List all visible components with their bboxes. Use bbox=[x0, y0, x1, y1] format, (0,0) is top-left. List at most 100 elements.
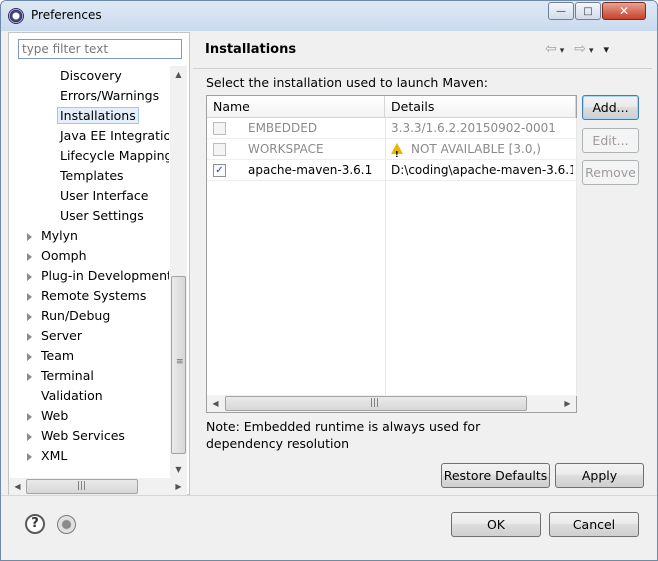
table-row[interactable]: WORKSPACE NOT AVAILABLE [3.0,) bbox=[207, 139, 576, 160]
eclipse-icon bbox=[8, 8, 24, 24]
tree-item[interactable]: Templates bbox=[60, 166, 124, 186]
installation-checkbox[interactable] bbox=[213, 143, 226, 156]
column-header-name[interactable]: Name bbox=[207, 96, 385, 118]
cancel-button[interactable]: Cancel bbox=[549, 512, 639, 537]
tree-hscroll-thumb[interactable]: ||| bbox=[26, 479, 138, 494]
tree-item-label: Terminal bbox=[41, 368, 94, 383]
tree-item[interactable]: Terminal bbox=[27, 366, 94, 386]
window-title: Preferences bbox=[31, 8, 102, 22]
apply-button[interactable]: Apply bbox=[555, 463, 644, 488]
help-icon[interactable]: ? bbox=[25, 514, 45, 534]
expand-arrow-icon[interactable] bbox=[27, 353, 32, 361]
tree-item[interactable]: Plug-in Development bbox=[27, 266, 169, 286]
table-row[interactable]: EMBEDDED 3.3.3/1.6.2.20150902-0001 bbox=[207, 118, 576, 139]
minimize-icon: — bbox=[556, 5, 566, 17]
preferences-window: Preferences — □ ✕ Discovery Errors/Warnin… bbox=[0, 0, 658, 561]
expand-arrow-icon[interactable] bbox=[27, 313, 32, 321]
preference-page: Installations ⇦ ▾ ⇨ ▾ ▾ Select the installat… bbox=[193, 32, 652, 495]
tree-item[interactable]: Web Services bbox=[27, 426, 125, 446]
tree-item-label: Run/Debug bbox=[41, 308, 111, 323]
scroll-up-arrow-icon[interactable]: ▲ bbox=[170, 66, 187, 83]
warning-icon bbox=[391, 143, 403, 160]
expand-arrow-icon[interactable] bbox=[27, 233, 32, 241]
tree-item-label: Team bbox=[41, 348, 75, 363]
expand-arrow-icon[interactable] bbox=[27, 253, 32, 261]
add-button[interactable]: Add... bbox=[582, 95, 639, 120]
tree-item[interactable]: Server bbox=[27, 326, 82, 346]
page-title: Installations bbox=[205, 42, 297, 57]
tree-item[interactable]: Errors/Warnings bbox=[60, 86, 159, 106]
tree-item[interactable]: User Settings bbox=[60, 206, 144, 226]
installation-name: apache-maven-3.6.1 bbox=[248, 163, 373, 177]
tree-item[interactable]: XML bbox=[27, 446, 67, 466]
table-horizontal-scrollbar[interactable]: ◀ ||| ▶ bbox=[207, 395, 576, 412]
tree-item[interactable]: Oomph bbox=[27, 246, 87, 266]
remove-button[interactable]: Remove bbox=[582, 160, 639, 185]
tree-vertical-scrollbar[interactable]: ▲ ≡ ▼ bbox=[170, 66, 187, 478]
tree-item-label: Templates bbox=[60, 168, 124, 183]
back-dropdown-icon[interactable]: ▾ bbox=[560, 46, 565, 56]
ok-button[interactable]: OK bbox=[451, 512, 541, 537]
filter-input[interactable] bbox=[18, 39, 182, 59]
forward-arrow-icon[interactable]: ⇨ bbox=[574, 41, 586, 57]
tree-horizontal-scrollbar[interactable]: ◀ ||| ▶ bbox=[9, 478, 187, 495]
tree-item[interactable]: User Interface bbox=[60, 186, 148, 206]
installation-name: WORKSPACE bbox=[248, 142, 324, 156]
tree-item[interactable]: Java EE Integration bbox=[60, 126, 169, 146]
tree-item[interactable]: Run/Debug bbox=[27, 306, 111, 326]
table-row[interactable]: ✓ apache-maven-3.6.1 D:\coding\apache-mave… bbox=[207, 160, 576, 181]
title-bar[interactable]: Preferences — □ ✕ bbox=[1, 1, 657, 31]
scroll-left-arrow-icon[interactable]: ◀ bbox=[9, 478, 26, 495]
footer-divider bbox=[1, 495, 657, 496]
tree-item-label: User Settings bbox=[60, 208, 144, 223]
preference-tree: Discovery Errors/Warnings Installations Jav… bbox=[9, 66, 169, 478]
maximize-button[interactable]: □ bbox=[575, 2, 601, 20]
scroll-right-arrow-icon[interactable]: ▶ bbox=[559, 395, 576, 412]
expand-arrow-icon[interactable] bbox=[27, 333, 32, 341]
expand-arrow-icon[interactable] bbox=[27, 433, 32, 441]
view-menu-icon[interactable]: ▾ bbox=[604, 43, 610, 56]
forward-dropdown-icon[interactable]: ▾ bbox=[589, 46, 594, 56]
restore-defaults-button[interactable]: Restore Defaults bbox=[441, 463, 550, 488]
tree-item[interactable]: Mylyn bbox=[27, 226, 78, 246]
table-hscroll-thumb[interactable]: ||| bbox=[225, 396, 527, 411]
tree-item-label: Validation bbox=[41, 388, 103, 403]
tree-item-label: Lifecycle Mapping bbox=[60, 148, 169, 163]
close-button[interactable]: ✕ bbox=[602, 2, 646, 20]
record-macro-icon[interactable] bbox=[57, 515, 76, 534]
tree-item-label: Web Services bbox=[41, 428, 125, 443]
tree-item-label: Server bbox=[41, 328, 82, 343]
tree-item[interactable]: Web bbox=[27, 406, 68, 426]
expand-arrow-icon[interactable] bbox=[27, 413, 32, 421]
table-header: Name Details bbox=[207, 96, 576, 118]
expand-arrow-icon[interactable] bbox=[27, 453, 32, 461]
maximize-icon: □ bbox=[583, 5, 593, 17]
column-divider bbox=[576, 118, 577, 396]
tree-item-label: Mylyn bbox=[41, 228, 78, 243]
installation-checkbox[interactable]: ✓ bbox=[213, 164, 226, 177]
expand-arrow-icon[interactable] bbox=[27, 273, 32, 281]
back-arrow-icon[interactable]: ⇦ bbox=[545, 41, 557, 57]
tree-scroll-thumb[interactable]: ≡ bbox=[171, 276, 186, 454]
tree-item[interactable]: Team bbox=[27, 346, 75, 366]
tree-item[interactable]: Remote Systems bbox=[27, 286, 146, 306]
tree-item[interactable]: Discovery bbox=[60, 66, 122, 86]
grip-icon: ||| bbox=[77, 481, 87, 491]
edit-button[interactable]: Edit... bbox=[582, 128, 639, 153]
details-text: NOT AVAILABLE [3.0,) bbox=[411, 142, 541, 156]
minimize-button[interactable]: — bbox=[548, 2, 574, 20]
installation-name: EMBEDDED bbox=[248, 121, 318, 135]
expand-arrow-icon[interactable] bbox=[27, 293, 32, 301]
scroll-right-arrow-icon[interactable]: ▶ bbox=[170, 478, 187, 495]
tree-item[interactable]: Lifecycle Mapping bbox=[60, 146, 169, 166]
expand-arrow-icon[interactable] bbox=[27, 373, 32, 381]
installations-table: Name Details EMBEDDED 3.3.3/1.6.2.2015090… bbox=[206, 95, 577, 413]
scroll-left-arrow-icon[interactable]: ◀ bbox=[207, 395, 224, 412]
scroll-down-arrow-icon[interactable]: ▼ bbox=[170, 461, 187, 478]
details-text: 3.3.3/1.6.2.20150902-0001 bbox=[391, 121, 556, 135]
installation-checkbox[interactable] bbox=[213, 122, 226, 135]
tree-item-label: Installations bbox=[57, 107, 139, 124]
column-header-details[interactable]: Details bbox=[385, 96, 576, 118]
tree-item[interactable]: Validation bbox=[41, 386, 103, 406]
tree-item[interactable]: Installations bbox=[57, 106, 139, 126]
